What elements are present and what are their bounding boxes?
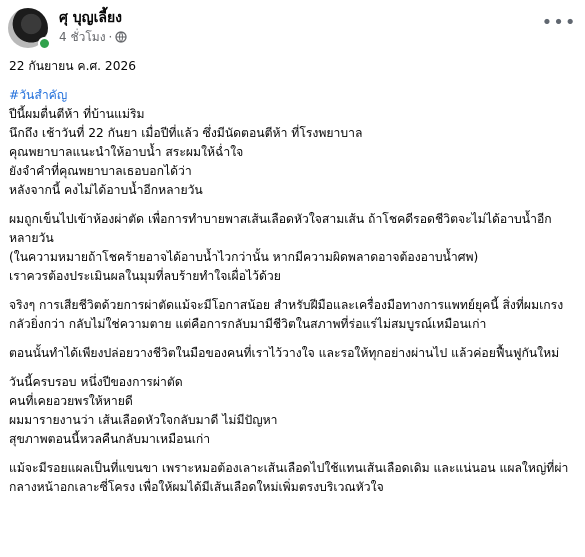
paragraph-1: #วันสำคัญ ปีนี้ผมตื่นตีห้า ที่บ้านแม่ริม… xyxy=(9,86,575,200)
post-content: 22 กันยายน ค.ศ. 2026 #วันสำคัญ ปีนี้ผมตื… xyxy=(9,57,575,507)
text-line: ยังจำคำที่คุณพยาบาลเธอบอกได้ว่า xyxy=(9,164,192,178)
text-line: ปีนี้ผมตื่นตีห้า ที่บ้านแม่ริม xyxy=(9,107,145,121)
text-line: เราควรต้องประเมินผลในมุมที่ลบร้ายทำใจเผื… xyxy=(9,269,281,283)
paragraph-2: ผมถูกเข็นไปเข้าห้องผ่าตัด เพื่อการทำบายพ… xyxy=(9,210,575,286)
text-line: หลังจากนี้ คงไม่ได้อาบน้ำอีกหลายวัน xyxy=(9,183,203,197)
hashtag-link[interactable]: #วันสำคัญ xyxy=(9,86,575,105)
text-line: นึกถึง เช้าวันที่ 22 กันยา เมื่อปีที่แล้… xyxy=(9,126,363,140)
text-line: (ในความหมายถ้าโชคร้ายอาจได้อาบน้ำไวกว่าน… xyxy=(9,250,479,264)
online-status-indicator xyxy=(38,37,51,50)
post-header: ศุ บุญเลี้ยง 4 ชั่วโมง · ••• xyxy=(8,8,577,50)
text-line: คุณพยาบาลแนะนำให้อาบน้ำ สระผมให้ฉ่ำใจ xyxy=(9,145,244,159)
post-date: 22 กันยายน ค.ศ. 2026 xyxy=(9,59,136,73)
post-time[interactable]: 4 ชั่วโมง xyxy=(59,29,106,45)
author-name[interactable]: ศุ บุญเลี้ยง xyxy=(59,9,122,27)
text-line: ผมมารายงานว่า เส้นเลือดหัวใจกลับมาดี ไม่… xyxy=(9,413,278,427)
text-line: คนที่เคยอวยพรให้หายดี xyxy=(9,394,133,408)
text-line: ผมถูกเข็นไปเข้าห้องผ่าตัด เพื่อการทำบายพ… xyxy=(9,212,552,245)
globe-icon[interactable] xyxy=(115,31,127,43)
paragraph-3: จริงๆ การเสียชีวิตด้วยการผ่าตัดแม้จะมีโอ… xyxy=(9,298,564,331)
more-options-icon[interactable]: ••• xyxy=(542,12,576,33)
text-line: วันนี้ครบรอบ หนึ่งปีของการผ่าตัด xyxy=(9,375,183,389)
facebook-post: ศุ บุญเลี้ยง 4 ชั่วโมง · ••• 22 กันยายน … xyxy=(0,0,585,557)
text-line: สุขภาพตอนนี้หวลคืนกลับมาเหมือนเก่า xyxy=(9,432,211,446)
meta-separator: · xyxy=(108,30,113,44)
paragraph-6: แม้จะมีรอยแผลเป็นที่แขนขา เพราะหมอต้องเล… xyxy=(9,461,569,494)
post-meta: 4 ชั่วโมง · xyxy=(59,29,127,45)
paragraph-5: วันนี้ครบรอบ หนึ่งปีของการผ่าตัด คนที่เค… xyxy=(9,373,575,449)
paragraph-4: ตอนนั้นทำได้เพียงปล่อยวางชีวิตในมือของคน… xyxy=(9,346,560,360)
